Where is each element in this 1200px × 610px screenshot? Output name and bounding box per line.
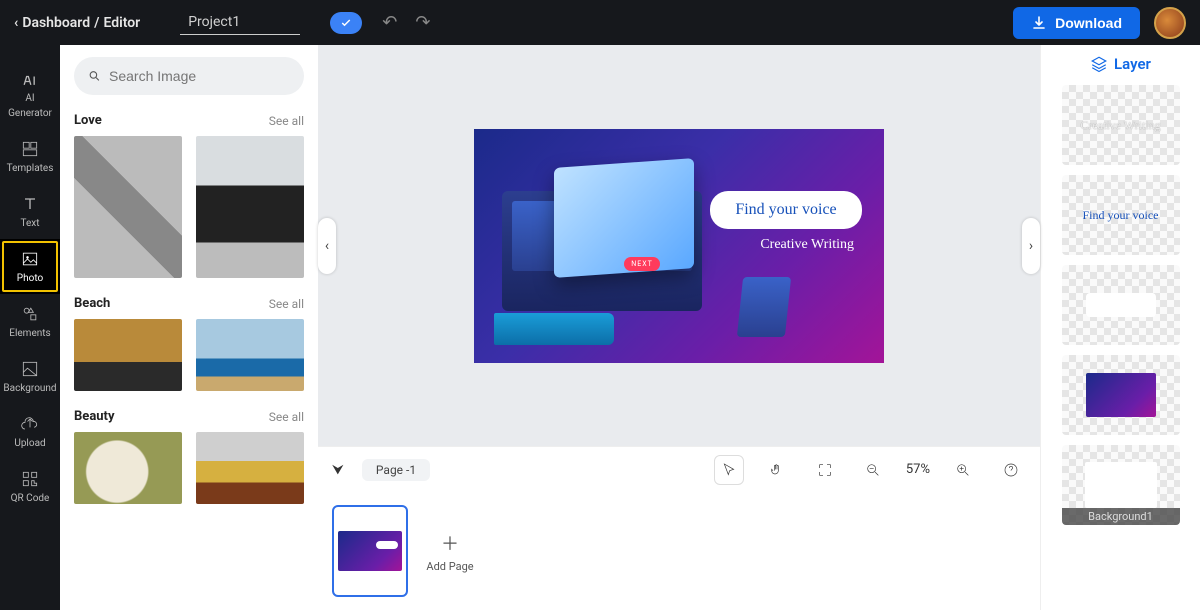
layer-item-text-2[interactable]: Find your voice: [1062, 175, 1180, 255]
category-beauty-seeall[interactable]: See all: [269, 410, 304, 424]
download-button[interactable]: Download: [1013, 7, 1140, 39]
layer-panel: Layer Creative Writing Find your voice: [1040, 45, 1200, 610]
download-icon: [1031, 15, 1047, 31]
photo-icon: [20, 249, 40, 269]
page-indicator[interactable]: Page -1: [362, 459, 430, 481]
chevron-left-icon: ‹: [14, 15, 18, 31]
templates-icon: [20, 139, 40, 159]
redo-button[interactable]: ↷: [415, 12, 430, 33]
background-icon: [20, 359, 40, 379]
rail-photo[interactable]: Photo: [0, 239, 60, 294]
elements-icon: [20, 304, 40, 324]
chevron-down-double-icon[interactable]: ⮟: [332, 462, 344, 478]
hand-tool[interactable]: [762, 455, 792, 485]
design-headline[interactable]: Find your voice: [710, 191, 862, 229]
fullscreen-button[interactable]: [810, 455, 840, 485]
plus-icon: ＋: [441, 530, 459, 556]
category-beach-seeall[interactable]: See all: [269, 297, 304, 311]
stock-image[interactable]: [196, 319, 304, 391]
layer-item-shape[interactable]: [1062, 265, 1180, 345]
collapse-left-button[interactable]: ‹: [318, 218, 336, 274]
photo-panel: Love See all Beach See all Beauty See al…: [60, 45, 318, 610]
canvas-stage[interactable]: ‹ › NEXT Find your voice Creative Writin…: [318, 45, 1040, 446]
undo-button[interactable]: ↶: [382, 12, 397, 33]
breadcrumb-back: Dashboard: [22, 15, 90, 31]
search-wrap[interactable]: [74, 57, 304, 95]
illustration-book: [494, 313, 614, 345]
breadcrumb[interactable]: ‹ Dashboard / Editor: [14, 15, 140, 31]
category-love-seeall[interactable]: See all: [269, 114, 304, 128]
page-thumbnail-preview: [338, 531, 402, 571]
stock-image[interactable]: [196, 136, 304, 278]
check-icon: [340, 17, 352, 29]
design-canvas[interactable]: NEXT Find your voice Creative Writing: [474, 129, 884, 363]
download-label: Download: [1055, 15, 1122, 31]
tool-rail: AI Generator Templates Text Photo Elemen…: [0, 45, 60, 610]
layer-item-text-1[interactable]: Creative Writing: [1062, 85, 1180, 165]
text-icon: [20, 194, 40, 214]
illustration-tablet: [737, 277, 791, 337]
zoom-in-button[interactable]: [948, 455, 978, 485]
layer-item-background[interactable]: [1062, 445, 1180, 525]
user-avatar[interactable]: [1154, 7, 1186, 39]
rail-templates[interactable]: Templates: [0, 129, 60, 184]
layers-icon: [1090, 55, 1108, 73]
layer-panel-header[interactable]: Layer: [1090, 55, 1151, 73]
rail-text[interactable]: Text: [0, 184, 60, 239]
collapse-right-button[interactable]: ›: [1022, 218, 1040, 274]
upload-icon: [20, 414, 40, 434]
rail-upload[interactable]: Upload: [0, 404, 60, 459]
design-subtitle[interactable]: Creative Writing: [760, 237, 854, 253]
rail-qrcode[interactable]: QR Code: [0, 459, 60, 514]
pages-strip: ＋ Add Page: [318, 492, 1040, 610]
category-beauty-title: Beauty: [74, 409, 115, 424]
rail-ai-generator[interactable]: AI Generator: [0, 59, 60, 129]
canvas-column: ‹ › NEXT Find your voice Creative Writin…: [318, 45, 1040, 610]
saved-indicator[interactable]: [330, 12, 362, 34]
cursor-tool[interactable]: [714, 455, 744, 485]
help-button[interactable]: [996, 455, 1026, 485]
category-love-title: Love: [74, 113, 102, 128]
add-page-label: Add Page: [426, 560, 473, 573]
qrcode-icon: [20, 469, 40, 489]
breadcrumb-separator: /: [94, 15, 99, 31]
project-name-field[interactable]: Project1: [180, 10, 300, 35]
stock-image[interactable]: [74, 319, 182, 391]
stock-image[interactable]: [74, 432, 182, 504]
add-page-button[interactable]: ＋ Add Page: [422, 505, 478, 597]
canvas-bottom-bar: ⮟ Page -1 57%: [318, 446, 1040, 492]
layer-item-image[interactable]: [1062, 355, 1180, 435]
top-bar: ‹ Dashboard / Editor Project1 ↶ ↷ Downlo…: [0, 0, 1200, 45]
ai-icon: [20, 69, 40, 89]
illustration-next-badge: NEXT: [624, 257, 660, 271]
zoom-out-button[interactable]: [858, 455, 888, 485]
rail-background[interactable]: Background: [0, 349, 60, 404]
search-input[interactable]: [109, 68, 290, 84]
search-icon: [88, 68, 101, 84]
page-thumbnail-1[interactable]: [332, 505, 408, 597]
category-beach-title: Beach: [74, 296, 110, 311]
stock-image[interactable]: [196, 432, 304, 504]
stock-image[interactable]: [74, 136, 182, 278]
rail-elements[interactable]: Elements: [0, 294, 60, 349]
breadcrumb-current: Editor: [103, 15, 140, 31]
zoom-percentage[interactable]: 57%: [906, 462, 930, 477]
